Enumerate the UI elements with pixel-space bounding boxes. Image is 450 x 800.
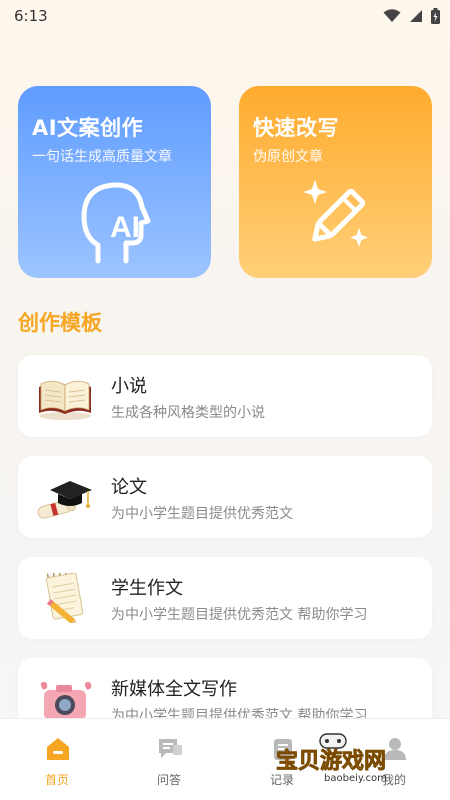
svg-text:宝贝游戏网: 宝贝游戏网	[276, 748, 386, 774]
template-desc: 生成各种风格类型的小说	[111, 405, 265, 421]
status-time: 6:13	[14, 7, 48, 25]
magic-pen-icon	[303, 180, 368, 247]
ai-head-icon: AI	[81, 182, 151, 264]
watermark-logo: 宝贝游戏网 baobeiy.com	[276, 733, 387, 784]
chat-icon	[159, 739, 182, 758]
template-title: 新媒体全文写作	[111, 679, 237, 700]
template-desc: 为中小学生题目提供优秀范文	[111, 506, 293, 522]
signal-icon	[410, 10, 422, 22]
template-desc: 为中小学生题目提供优秀范文 帮助你学习	[111, 607, 368, 623]
home-icon	[47, 738, 69, 760]
battery-icon	[431, 8, 440, 24]
tab-qa[interactable]: 问答	[129, 719, 209, 800]
graduation-cap-icon	[37, 481, 92, 519]
tab-label: 问答	[156, 773, 181, 787]
template-title: 小说	[111, 376, 147, 397]
camera-icon	[40, 682, 92, 720]
ai-card-subtitle: 一句话生成高质量文章	[32, 149, 172, 165]
ai-card-title: AI文案创作	[32, 116, 144, 140]
open-book-icon	[39, 380, 91, 420]
status-icons	[383, 8, 440, 24]
svg-text:baobeiy.com: baobeiy.com	[324, 773, 387, 784]
ai-copywriting-card[interactable]: AI文案创作 一句话生成高质量文章 AI	[18, 86, 211, 278]
template-title: 论文	[111, 477, 147, 498]
gamepad-icon	[319, 733, 347, 749]
rewrite-card-title: 快速改写	[253, 116, 339, 140]
tab-home[interactable]: 首页	[17, 719, 97, 800]
rewrite-card-subtitle: 伪原创文章	[253, 149, 323, 165]
svg-text:AI: AI	[110, 211, 140, 244]
status-bar: 6:13	[0, 0, 450, 32]
template-novel[interactable]: 小说 生成各种风格类型的小说	[18, 355, 432, 437]
templates-section-title: 创作模板	[18, 311, 102, 335]
wifi-icon	[383, 9, 401, 22]
notepad-pen-icon	[46, 573, 84, 623]
quick-rewrite-card[interactable]: 快速改写 伪原创文章	[239, 86, 432, 278]
template-essay[interactable]: 学生作文 为中小学生题目提供优秀范文 帮助你学习	[18, 557, 432, 639]
tab-label: 首页	[44, 773, 69, 787]
template-paper[interactable]: 论文 为中小学生题目提供优秀范文	[18, 456, 432, 538]
template-title: 学生作文	[111, 578, 183, 599]
